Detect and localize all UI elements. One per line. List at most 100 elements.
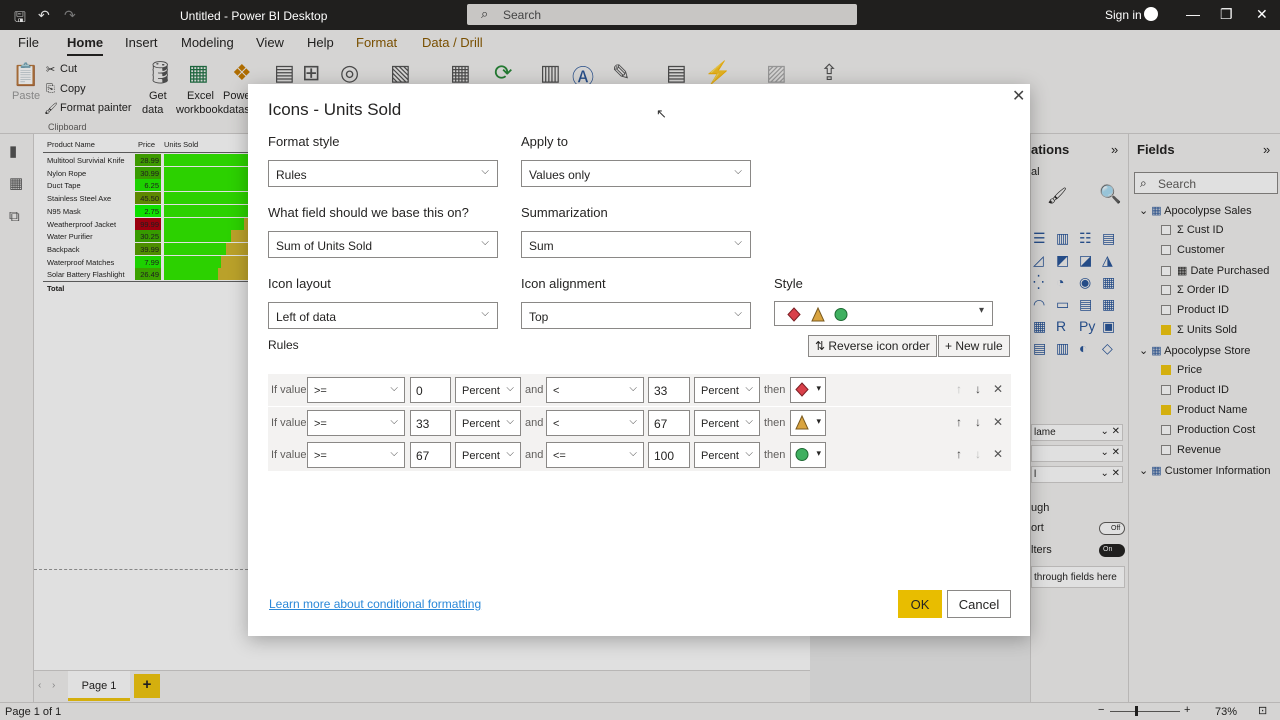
rule-icon-dropdown[interactable]: ▾ [790, 409, 826, 436]
rule-unit-1-value: Percent [462, 385, 500, 397]
ok-button[interactable]: OK [898, 590, 942, 618]
minimize-icon[interactable]: — [1186, 6, 1200, 22]
rule-unit-1-value: Percent [462, 450, 500, 462]
reverse-icon-order-label: Reverse icon order [828, 339, 930, 353]
icon-alignment-label: Icon alignment [521, 276, 606, 291]
chevron-down-icon: ⌵ [629, 415, 637, 427]
chevron-down-icon: ⌵ [734, 237, 742, 248]
rule-value-2-input[interactable]: 67 [648, 409, 690, 436]
new-rule-button[interactable]: + New rule [938, 335, 1010, 357]
rule-operator-1-dropdown[interactable]: >= ⌵ [307, 409, 405, 436]
undo-icon[interactable]: ↶ [38, 7, 50, 24]
rule-value-1: 67 [416, 449, 430, 463]
rule-value-1-input[interactable]: 33 [410, 409, 451, 436]
search-icon: ⌕ [481, 6, 489, 21]
move-down-icon[interactable]: ↓ [975, 382, 981, 396]
and-label: and [525, 416, 544, 429]
avatar[interactable] [1144, 7, 1158, 21]
chevron-down-icon: ⌵ [629, 383, 637, 394]
search-box[interactable]: ⌕ Search [467, 4, 857, 25]
rule-icon-dropdown[interactable]: ▾ [790, 377, 826, 403]
base-field-value: Sum of Units Sold [276, 239, 373, 253]
rule-operator-1-dropdown[interactable]: >= ⌵ [307, 442, 405, 468]
summarization-value: Sum [529, 239, 554, 253]
rules-list: If value >= ⌵ 0 Percent ⌵ and < ⌵ 33 Percent ⌵ then ▾… [248, 374, 1030, 474]
delete-rule-icon[interactable]: ✕ [993, 415, 1003, 429]
cancel-label: Cancel [958, 597, 1000, 612]
chevron-down-icon: ⌵ [506, 448, 514, 459]
close-window-icon[interactable]: ✕ [1256, 6, 1268, 23]
chevron-down-icon: ⌵ [506, 415, 514, 427]
rule-unit-2-value: Percent [701, 385, 739, 397]
icon-layout-dropdown[interactable]: Left of data ⌵ [268, 302, 498, 329]
rules-label: Rules [268, 338, 299, 352]
rule-icon-dropdown[interactable]: ▾ [790, 442, 826, 468]
rule-value-1-input[interactable]: 0 [410, 377, 451, 403]
window-title: Untitled - Power BI Desktop [180, 9, 328, 23]
rule-value-1-input[interactable]: 67 [410, 442, 451, 468]
rule-unit-2-value: Percent [701, 417, 739, 430]
format-style-value: Rules [276, 168, 307, 182]
rule-value-2-input[interactable]: 33 [648, 377, 690, 403]
redo-icon[interactable]: ↷ [64, 7, 76, 24]
chevron-down-icon: ⌵ [745, 415, 753, 427]
plus-icon: + [945, 339, 956, 353]
chevron-down-icon: ⌵ [481, 237, 489, 248]
rule-operator-1-value: >= [314, 450, 327, 462]
rule-row: If value >= ⌵ 33 Percent ⌵ and < ⌵ 67 Percent ⌵ then… [268, 406, 1011, 439]
base-field-dropdown[interactable]: Sum of Units Sold ⌵ [268, 231, 498, 258]
format-style-dropdown[interactable]: Rules ⌵ [268, 160, 498, 187]
rule-unit-1-dropdown[interactable]: Percent ⌵ [455, 409, 521, 436]
icon-style-preview [787, 306, 848, 322]
summarization-label: Summarization [521, 205, 608, 220]
rule-unit-1-dropdown[interactable]: Percent ⌵ [455, 377, 521, 403]
rule-operator-1-value: >= [314, 417, 327, 430]
title-bar: 🖫 ↶ ↷ Untitled - Power BI Desktop ⌕ Sear… [0, 0, 1280, 30]
chevron-down-icon: ⌵ [481, 166, 489, 177]
dialog-close-icon[interactable]: ✕ [1012, 86, 1025, 106]
cancel-button[interactable]: Cancel [947, 590, 1011, 618]
icon-style-dropdown[interactable]: ▾ [774, 301, 993, 326]
move-up-icon[interactable]: ↑ [956, 382, 962, 396]
learn-more-link[interactable]: Learn more about conditional formatting [269, 597, 481, 611]
rule-unit-2-dropdown[interactable]: Percent ⌵ [694, 377, 760, 403]
chevron-down-icon: ⌵ [745, 448, 753, 459]
move-down-icon[interactable]: ↓ [975, 447, 981, 461]
rule-value-2-input[interactable]: 100 [648, 442, 690, 468]
reverse-icon-order-button[interactable]: ⇅ Reverse icon order [808, 335, 937, 357]
rule-row: If value >= ⌵ 0 Percent ⌵ and < ⌵ 33 Percent ⌵ then ▾… [268, 374, 1011, 406]
move-down-icon[interactable]: ↓ [975, 415, 981, 429]
if-value-label: If value [271, 416, 307, 429]
move-up-icon[interactable]: ↑ [956, 415, 962, 429]
mouse-cursor-icon: ↖ [656, 106, 667, 121]
save-icon[interactable]: 🖫 [14, 7, 26, 31]
chevron-down-icon: ⌵ [481, 308, 489, 319]
rule-operator-2-value: < [553, 417, 560, 430]
new-rule-label: New rule [955, 339, 1003, 353]
rule-unit-2-dropdown[interactable]: Percent ⌵ [694, 442, 760, 468]
rule-operator-2-value: < [553, 385, 560, 397]
base-field-label: What field should we base this on? [268, 205, 469, 220]
rule-operator-2-dropdown[interactable]: < ⌵ [546, 377, 644, 403]
style-label: Style [774, 276, 803, 291]
delete-rule-icon[interactable]: ✕ [993, 447, 1003, 461]
and-label: and [525, 384, 544, 396]
delete-rule-icon[interactable]: ✕ [993, 382, 1003, 396]
rule-unit-2-dropdown[interactable]: Percent ⌵ [694, 409, 760, 436]
chevron-down-icon: ⌵ [734, 166, 742, 177]
summarization-dropdown[interactable]: Sum ⌵ [521, 231, 751, 258]
rule-value-2: 67 [654, 416, 668, 431]
sign-in-link[interactable]: Sign in [1105, 8, 1142, 22]
icon-alignment-dropdown[interactable]: Top ⌵ [521, 302, 751, 329]
chevron-down-icon: ⌵ [734, 308, 742, 319]
chevron-down-icon: ▾ [816, 383, 821, 393]
move-up-icon[interactable]: ↑ [956, 447, 962, 461]
rule-unit-2-value: Percent [701, 450, 739, 462]
if-value-label: If value [271, 449, 307, 461]
rule-operator-1-dropdown[interactable]: >= ⌵ [307, 377, 405, 403]
rule-unit-1-dropdown[interactable]: Percent ⌵ [455, 442, 521, 468]
apply-to-dropdown[interactable]: Values only ⌵ [521, 160, 751, 187]
rule-operator-2-dropdown[interactable]: < ⌵ [546, 409, 644, 436]
restore-icon[interactable]: ❐ [1220, 6, 1233, 23]
rule-operator-2-dropdown[interactable]: <= ⌵ [546, 442, 644, 468]
